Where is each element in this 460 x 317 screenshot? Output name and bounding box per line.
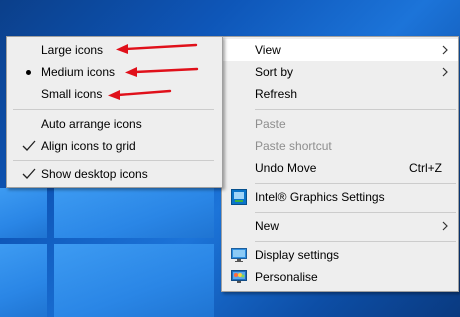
view-submenu: Large icons Medium icons Small icons Aut…	[6, 36, 223, 188]
menu-item-paste-shortcut[interactable]: Paste shortcut	[222, 135, 458, 157]
menu-separator	[255, 241, 456, 242]
menu-separator	[255, 109, 456, 110]
menu-item-display-settings-label: Display settings	[255, 248, 340, 262]
intel-graphics-icon	[231, 189, 247, 205]
menu-item-refresh[interactable]: Refresh	[222, 83, 458, 105]
menu-separator	[13, 109, 214, 110]
menu-item-view-label: View	[255, 43, 281, 57]
menu-item-new[interactable]: New	[222, 215, 458, 237]
menu-separator	[255, 212, 456, 213]
annotation-arrow-icon	[108, 89, 172, 100]
submenu-item-align-to-grid[interactable]: Align icons to grid	[7, 135, 222, 157]
annotation-arrow-icon	[116, 43, 198, 54]
chevron-right-icon	[442, 45, 448, 55]
menu-item-new-label: New	[255, 219, 280, 233]
menu-item-sort-by-label: Sort by	[255, 65, 294, 79]
menu-item-view[interactable]: View	[222, 39, 458, 61]
menu-item-personalise-label: Personalise	[255, 270, 318, 284]
submenu-item-auto-arrange-label: Auto arrange icons	[41, 117, 142, 131]
menu-item-intel-graphics-label: Intel® Graphics Settings	[255, 190, 385, 204]
menu-item-undo-move[interactable]: Undo Move Ctrl+Z	[222, 157, 458, 179]
submenu-item-small-icons-label: Small icons	[41, 87, 103, 101]
undo-move-shortcut: Ctrl+Z	[409, 161, 442, 175]
submenu-item-align-to-grid-label: Align icons to grid	[41, 139, 136, 153]
submenu-item-auto-arrange[interactable]: Auto arrange icons	[7, 113, 222, 135]
checkmark-icon	[22, 168, 36, 179]
menu-separator	[255, 183, 456, 184]
menu-item-undo-move-label: Undo Move	[255, 161, 317, 175]
checkmark-icon	[22, 140, 36, 151]
desktop-context-menu: View Sort by Refresh Paste Paste shortcu…	[221, 36, 459, 292]
personalise-icon	[231, 270, 247, 283]
menu-item-sort-by[interactable]: Sort by	[222, 61, 458, 83]
bullet-icon	[26, 70, 31, 75]
annotation-arrow-icon	[125, 67, 199, 77]
display-settings-icon	[231, 248, 247, 262]
menu-item-display-settings[interactable]: Display settings	[222, 244, 458, 266]
submenu-item-show-desktop-icons[interactable]: Show desktop icons	[7, 163, 222, 185]
menu-item-paste-label: Paste	[255, 117, 286, 131]
chevron-right-icon	[442, 67, 448, 77]
menu-item-intel-graphics[interactable]: Intel® Graphics Settings	[222, 186, 458, 208]
windows-logo	[0, 188, 220, 317]
menu-item-personalise[interactable]: Personalise	[222, 266, 458, 288]
chevron-right-icon	[442, 221, 448, 231]
menu-item-paste[interactable]: Paste	[222, 113, 458, 135]
menu-item-paste-shortcut-label: Paste shortcut	[255, 139, 332, 153]
submenu-item-show-desktop-icons-label: Show desktop icons	[41, 167, 148, 181]
submenu-item-large-icons-label: Large icons	[41, 43, 104, 57]
submenu-item-medium-icons-label: Medium icons	[41, 65, 116, 79]
menu-item-refresh-label: Refresh	[255, 87, 298, 101]
menu-separator	[13, 160, 214, 161]
